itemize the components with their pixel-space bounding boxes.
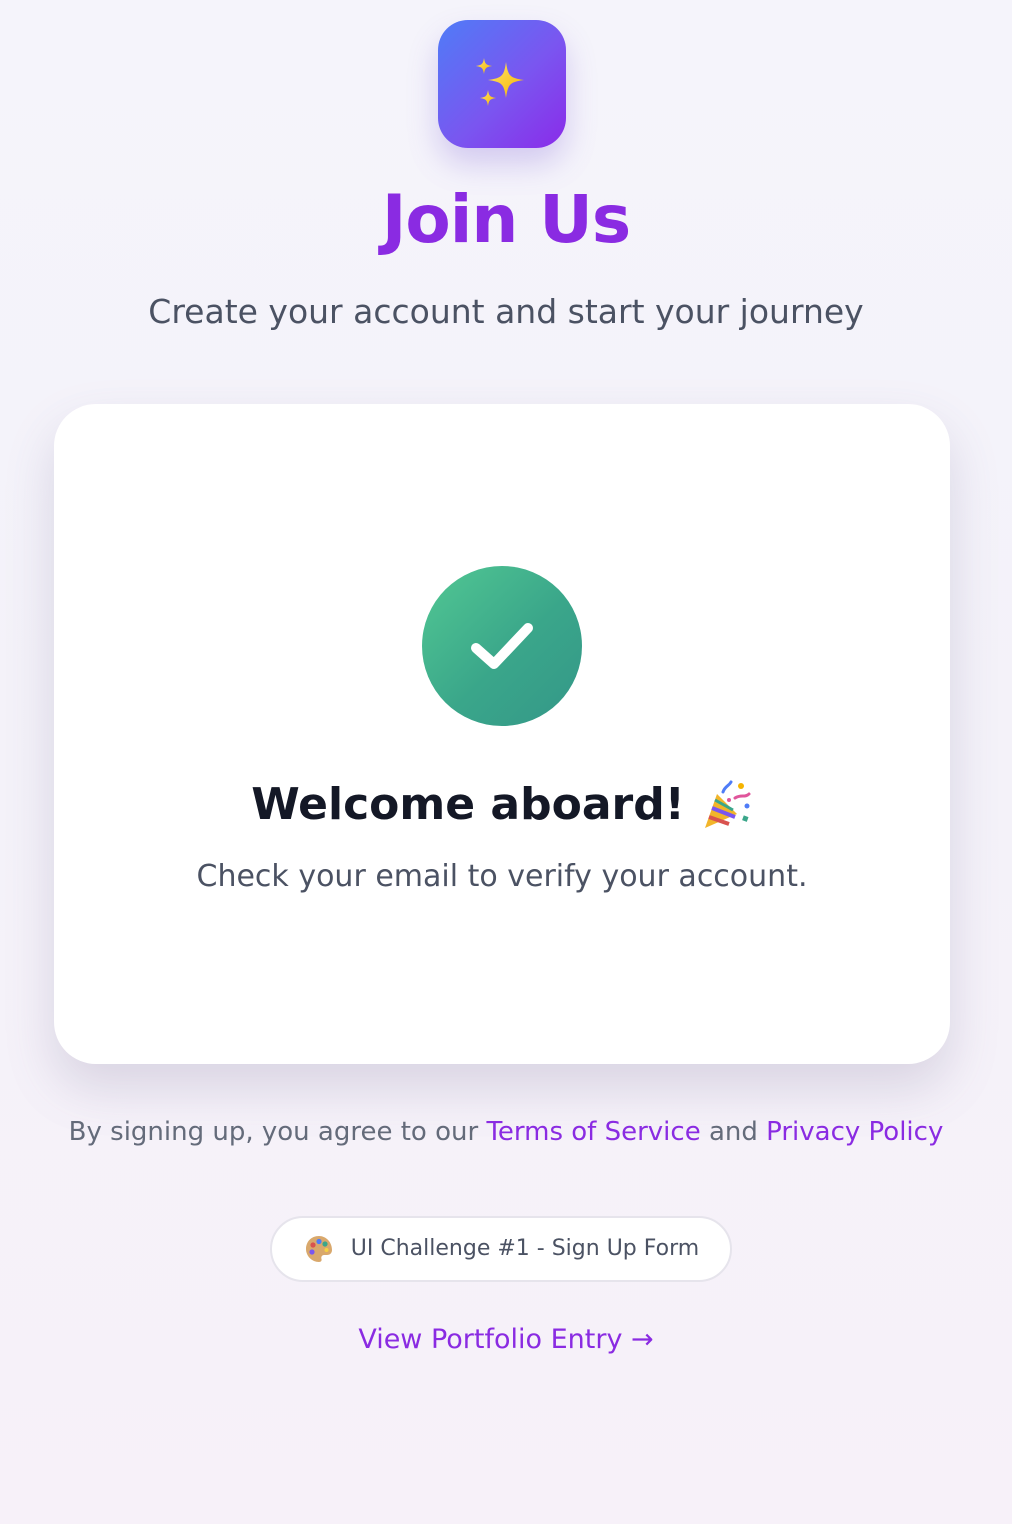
page-subtitle: Create your account and start your journ… [148, 292, 864, 331]
app-logo [438, 20, 566, 148]
palette-icon [305, 1236, 332, 1262]
checkmark-icon [471, 623, 533, 669]
success-badge [422, 566, 582, 726]
view-portfolio-link[interactable]: View Portfolio Entry → [0, 1320, 1012, 1360]
challenge-label: UI Challenge #1 - Sign Up Form [350, 1236, 700, 1261]
terms-connector: and [700, 1117, 767, 1147]
party-popper-icon [704, 780, 751, 828]
success-card: Welcome aboard! Check your email to veri… [54, 404, 950, 1064]
welcome-title: Welcome aboard! [251, 779, 685, 830]
terms-prefix: By signing up, you agree to our [68, 1117, 487, 1147]
sparkles-icon [476, 58, 524, 106]
privacy-policy-link[interactable]: Privacy Policy [766, 1117, 943, 1147]
welcome-heading: Welcome aboard! [54, 774, 950, 836]
terms-notice: By signing up, you agree to our Terms of… [0, 1112, 1012, 1152]
page-title: Join Us [381, 181, 631, 258]
welcome-message: Check your email to verify your account. [196, 859, 808, 894]
terms-of-service-link[interactable]: Terms of Service [486, 1117, 700, 1147]
challenge-badge: UI Challenge #1 - Sign Up Form [270, 1216, 732, 1282]
